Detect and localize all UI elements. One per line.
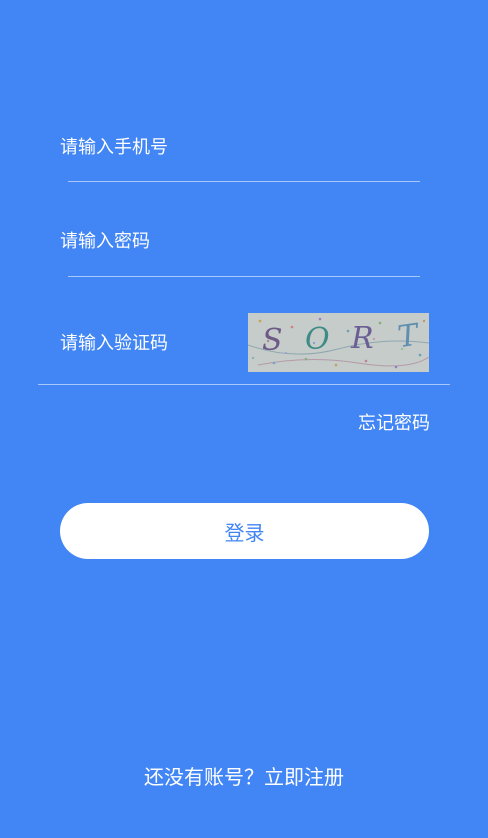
phone-field[interactable] (38, 127, 450, 183)
phone-underline (68, 181, 420, 182)
captcha-char: O (305, 322, 330, 357)
register-link[interactable]: 还没有账号？立即注册 (0, 762, 488, 792)
password-input[interactable] (60, 221, 390, 261)
forgot-password-link[interactable]: 忘记密码 (356, 410, 430, 438)
password-underline (68, 276, 420, 277)
phone-input[interactable] (60, 127, 390, 167)
captcha-char: R (351, 321, 374, 356)
captcha-char: S (262, 323, 283, 358)
captcha-underline (38, 384, 450, 385)
login-button[interactable]: 登录 (60, 503, 429, 559)
password-field[interactable] (38, 221, 450, 277)
captcha-field[interactable]: S O R T (38, 313, 450, 387)
captcha-image[interactable]: S O R T (248, 313, 429, 372)
captcha-input[interactable] (60, 323, 240, 363)
